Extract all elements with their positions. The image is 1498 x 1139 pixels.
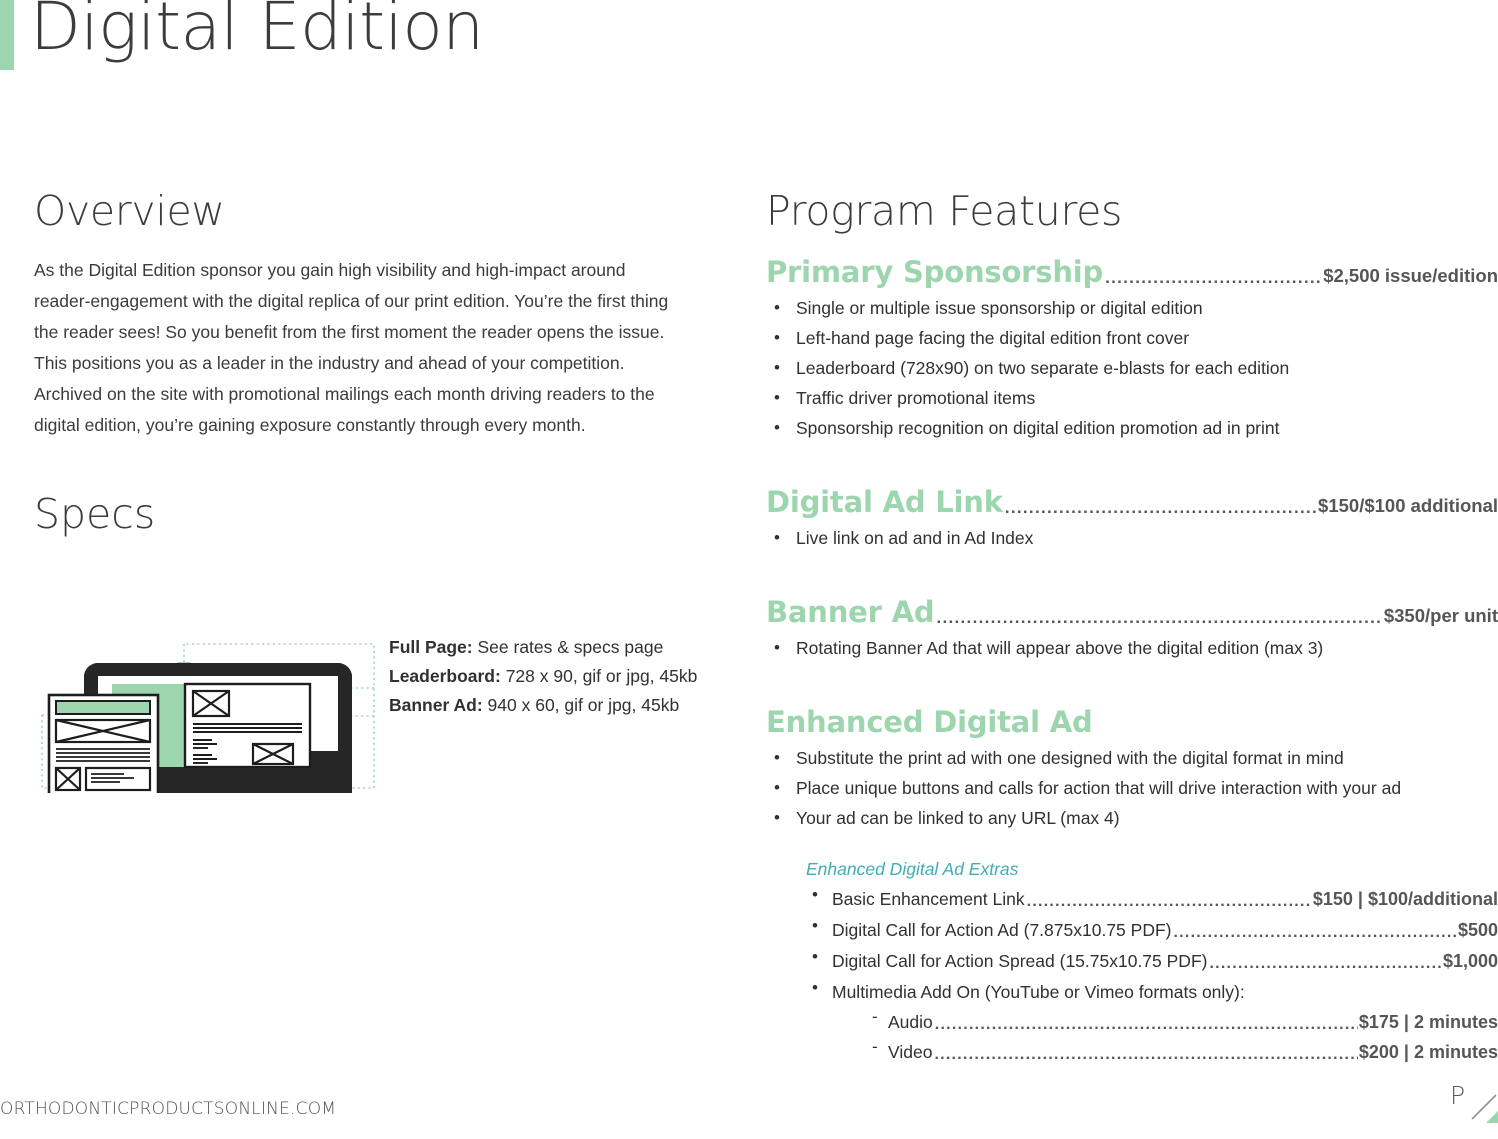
list-item: Live link on ad and in Ad Index xyxy=(766,523,1498,553)
feature-price: $150/$100 additional xyxy=(1318,495,1498,517)
footer-website: ORTHODONTICPRODUCTSONLINE.COM xyxy=(0,1099,337,1119)
extra-price-row: Basic Enhancement Link .................… xyxy=(832,884,1498,914)
digital-edition-illustration xyxy=(34,558,384,831)
dot-leader: ........................................… xyxy=(936,609,1383,627)
spec-label: Full Page: xyxy=(389,637,473,658)
feature-digital-ad-link: Digital Ad Link ........................… xyxy=(766,485,1498,553)
spec-item-leaderboard: Leaderboard: 728 x 90, gif or jpg, 45kb xyxy=(389,662,734,691)
spec-item-banner-ad: Banner Ad: 940 x 60, gif or jpg, 45kb xyxy=(389,691,734,720)
price-row: Digital Ad Link ........................… xyxy=(766,485,1498,519)
extra-price: $150 | $100/additional xyxy=(1312,889,1498,910)
feature-name: Enhanced Digital Ad xyxy=(766,705,1093,740)
dot-leader: ........................................… xyxy=(1105,269,1323,287)
list-item: Multimedia Add On (YouTube or Vimeo form… xyxy=(806,977,1498,1067)
specs-list: Full Page: See rates & specs page Leader… xyxy=(389,633,734,720)
footer-page-marker: P xyxy=(1428,1079,1498,1125)
multimedia-label: Multimedia Add On (YouTube or Vimeo form… xyxy=(832,982,1245,1003)
specs-block: Full Page: See rates & specs page Leader… xyxy=(34,558,734,831)
list-item: Sponsorship recognition on digital editi… xyxy=(766,413,1498,443)
list-item: Digital Call for Action Spread (15.75x10… xyxy=(806,946,1498,976)
extra-price: $500 xyxy=(1457,920,1498,941)
extra-price-row: Digital Call for Action Spread (15.75x10… xyxy=(832,946,1498,976)
price-row: Banner Ad ..............................… xyxy=(766,595,1498,629)
spec-value: 940 x 60, gif or jpg, 45kb xyxy=(487,695,680,716)
specs-heading: Specs xyxy=(34,490,156,539)
list-item: Left-hand page facing the digital editio… xyxy=(766,323,1498,353)
right-column: Program Features Primary Sponsorship ...… xyxy=(766,187,1498,1068)
feature-name: Primary Sponsorship xyxy=(766,255,1104,290)
list-item: Digital Call for Action Ad (7.875x10.75 … xyxy=(806,915,1498,945)
feature-bullets: Substitute the print ad with one designe… xyxy=(766,743,1498,833)
list-item: Leaderboard (728x90) on two separate e-b… xyxy=(766,353,1498,383)
feature-bullets: Single or multiple issue sponsorship or … xyxy=(766,293,1498,443)
feature-bullets: Live link on ad and in Ad Index xyxy=(766,523,1498,553)
spec-item-full-page: Full Page: See rates & specs page xyxy=(389,633,734,662)
feature-banner-ad: Banner Ad ..............................… xyxy=(766,595,1498,663)
spec-label: Leaderboard: xyxy=(389,666,501,687)
list-item: Your ad can be linked to any URL (max 4) xyxy=(766,803,1498,833)
extras-title: Enhanced Digital Ad Extras xyxy=(806,859,1019,880)
feature-name: Banner Ad xyxy=(766,595,935,630)
extra-price-row: Audio ..................................… xyxy=(888,1007,1498,1037)
extra-name: Video xyxy=(888,1042,933,1063)
multimedia-sublist: Audio ..................................… xyxy=(832,1007,1498,1067)
feature-primary-sponsorship: Primary Sponsorship ....................… xyxy=(766,255,1498,443)
program-features-heading: Program Features xyxy=(766,187,1123,235)
extra-name: Audio xyxy=(888,1012,933,1033)
list-item: Video ..................................… xyxy=(868,1037,1498,1067)
feature-price: $350/per unit xyxy=(1383,605,1498,627)
list-item: Traffic driver promotional items xyxy=(766,383,1498,413)
extra-price: $175 | 2 minutes xyxy=(1358,1012,1498,1033)
dot-leader: ........................................… xyxy=(1026,894,1312,911)
extra-name: Digital Call for Action Spread (15.75x10… xyxy=(832,951,1208,972)
list-item: Single or multiple issue sponsorship or … xyxy=(766,293,1498,323)
spec-value: See rates & specs page xyxy=(477,637,664,658)
title-accent-bar xyxy=(0,0,14,70)
dot-leader: ........................................… xyxy=(934,1017,1358,1034)
dot-leader: ........................................… xyxy=(1209,956,1441,973)
extra-price: $200 | 2 minutes xyxy=(1358,1042,1498,1063)
extra-price-row: Video ..................................… xyxy=(888,1037,1498,1067)
extra-price-row: Digital Call for Action Ad (7.875x10.75 … xyxy=(832,915,1498,945)
dot-leader: ........................................… xyxy=(1173,925,1457,942)
feature-name: Digital Ad Link xyxy=(766,485,1003,520)
enhanced-digital-ad-extras: Enhanced Digital Ad Extras Basic Enhance… xyxy=(806,859,1498,1067)
page-green-accent xyxy=(1486,1111,1498,1123)
extra-price: $1,000 xyxy=(1442,951,1498,972)
feature-enhanced-digital-ad: Enhanced Digital Ad Substitute the print… xyxy=(766,705,1498,833)
price-row: Primary Sponsorship ....................… xyxy=(766,255,1498,289)
extra-name: Basic Enhancement Link xyxy=(832,889,1025,910)
extras-list: Basic Enhancement Link .................… xyxy=(806,884,1498,1067)
list-item: Place unique buttons and calls for actio… xyxy=(766,773,1498,803)
feature-price: $2,500 issue/edition xyxy=(1323,265,1498,287)
overview-heading: Overview xyxy=(34,187,225,235)
left-column: Overview As the Digital Edition sponsor … xyxy=(34,187,734,831)
list-item: Rotating Banner Ad that will appear abov… xyxy=(766,633,1498,663)
page-header: Digital Edition xyxy=(0,0,1498,88)
feature-bullets: Rotating Banner Ad that will appear abov… xyxy=(766,633,1498,663)
page-slash-icon xyxy=(1471,1094,1497,1120)
spec-label: Banner Ad: xyxy=(389,695,483,716)
dot-leader: ........................................… xyxy=(1004,499,1317,517)
list-item: Substitute the print ad with one designe… xyxy=(766,743,1498,773)
list-item: Audio ..................................… xyxy=(868,1007,1498,1037)
list-item: Basic Enhancement Link .................… xyxy=(806,884,1498,914)
spec-value: 728 x 90, gif or jpg, 45kb xyxy=(505,666,698,687)
dot-leader: ........................................… xyxy=(934,1047,1358,1064)
page-title: Digital Edition xyxy=(30,0,484,65)
extra-name: Digital Call for Action Ad (7.875x10.75 … xyxy=(832,920,1172,941)
overview-paragraph: As the Digital Edition sponsor you gain … xyxy=(34,260,669,436)
